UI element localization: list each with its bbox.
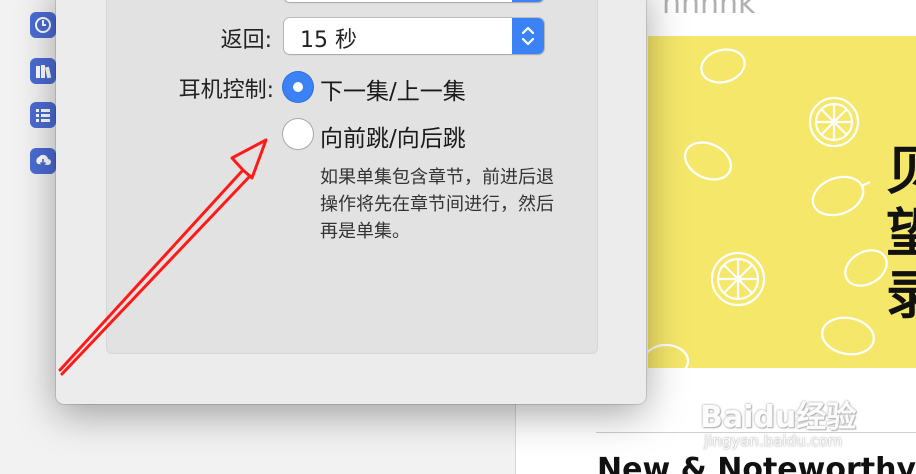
annotation-arrow (58, 138, 268, 376)
